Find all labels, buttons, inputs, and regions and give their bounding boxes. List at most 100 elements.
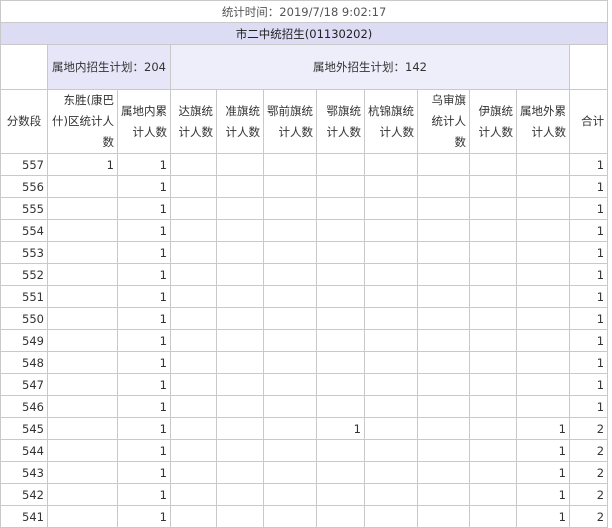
cell-eqian xyxy=(263,395,317,418)
cell-wushen xyxy=(417,263,470,286)
cell-yi xyxy=(469,329,517,352)
cell-dala xyxy=(170,241,217,264)
header-dongsheng: 东胜(康巴什)区统计人数 xyxy=(47,89,118,154)
cell-eqian xyxy=(263,373,317,396)
cell-yi xyxy=(469,307,517,330)
cell-wushen xyxy=(417,285,470,308)
cell-wushen xyxy=(417,461,470,484)
table-row: 556 1 1 xyxy=(0,175,609,198)
cell-yi xyxy=(469,175,517,198)
cell-e xyxy=(316,153,365,176)
cell-dala xyxy=(170,197,217,220)
table-row: 545 1 1 1 2 xyxy=(0,417,609,440)
cell-e xyxy=(316,241,365,264)
cell-dongsheng xyxy=(47,483,118,506)
cell-dongsheng xyxy=(47,417,118,440)
cell-e xyxy=(316,351,365,374)
cell-eqian xyxy=(263,175,317,198)
cell-local-cum: 1 xyxy=(117,395,171,418)
cell-score: 544 xyxy=(0,439,48,462)
school-row: 市二中统招生(01130202) xyxy=(0,22,609,45)
cell-yi xyxy=(469,461,517,484)
table-row: 542 1 1 2 xyxy=(0,483,609,506)
cell-zhun xyxy=(216,263,264,286)
cell-score: 543 xyxy=(0,461,48,484)
cell-hangjin xyxy=(364,241,418,264)
header-row: 分数段 东胜(康巴什)区统计人数 属地内累计人数 达旗统计人数 准旗统计人数 鄂… xyxy=(0,89,609,154)
cell-e xyxy=(316,483,365,506)
cell-score: 549 xyxy=(0,329,48,352)
cell-hangjin xyxy=(364,395,418,418)
cell-e xyxy=(316,439,365,462)
header-eqian: 鄂前旗统计人数 xyxy=(263,89,317,154)
cell-local-cum: 1 xyxy=(117,285,171,308)
cell-local-cum: 1 xyxy=(117,307,171,330)
table-row: 548 1 1 xyxy=(0,351,609,374)
cell-zhun xyxy=(216,351,264,374)
header-total: 合计 xyxy=(568,89,609,154)
cell-hangjin xyxy=(364,461,418,484)
header-zhun: 准旗统计人数 xyxy=(216,89,264,154)
cell-e xyxy=(316,505,365,528)
cell-dongsheng xyxy=(47,351,118,374)
cell-dala xyxy=(170,219,217,242)
cell-dala xyxy=(170,351,217,374)
cell-zhun xyxy=(216,439,264,462)
cell-eqian xyxy=(263,505,317,528)
cell-out-cum: 1 xyxy=(516,417,570,440)
cell-total: 1 xyxy=(568,219,609,242)
cell-dala xyxy=(170,285,217,308)
cell-score: 542 xyxy=(0,483,48,506)
cell-out-cum: 1 xyxy=(516,505,570,528)
cell-dala xyxy=(170,307,217,330)
cell-yi xyxy=(469,505,517,528)
cell-total: 1 xyxy=(568,241,609,264)
cell-hangjin xyxy=(364,417,418,440)
cell-dala xyxy=(170,373,217,396)
cell-zhun xyxy=(216,307,264,330)
header-score: 分数段 xyxy=(0,89,48,154)
header-e: 鄂旗统计人数 xyxy=(316,89,365,154)
cell-dongsheng xyxy=(47,307,118,330)
header-wushen: 乌审旗统计人数 xyxy=(417,89,470,154)
cell-eqian xyxy=(263,439,317,462)
cell-total: 2 xyxy=(568,417,609,440)
cell-out-cum xyxy=(516,395,570,418)
cell-out-cum xyxy=(516,153,570,176)
cell-score: 550 xyxy=(0,307,48,330)
cell-zhun xyxy=(216,417,264,440)
table-row: 550 1 1 xyxy=(0,307,609,330)
cell-eqian xyxy=(263,197,317,220)
cell-out-cum xyxy=(516,285,570,308)
cell-eqian xyxy=(263,307,317,330)
cell-wushen xyxy=(417,351,470,374)
cell-eqian xyxy=(263,417,317,440)
cell-e xyxy=(316,329,365,352)
cell-local-cum: 1 xyxy=(117,483,171,506)
cell-wushen xyxy=(417,417,470,440)
cell-eqian xyxy=(263,263,317,286)
cell-yi xyxy=(469,395,517,418)
cell-dongsheng xyxy=(47,241,118,264)
header-local-cum: 属地内累计人数 xyxy=(117,89,171,154)
cell-total: 2 xyxy=(568,505,609,528)
cell-dongsheng xyxy=(47,461,118,484)
cell-out-cum xyxy=(516,175,570,198)
cell-dala xyxy=(170,461,217,484)
cell-e xyxy=(316,285,365,308)
cell-hangjin xyxy=(364,439,418,462)
cell-yi xyxy=(469,483,517,506)
cell-score: 548 xyxy=(0,351,48,374)
cell-wushen xyxy=(417,175,470,198)
cell-dala xyxy=(170,505,217,528)
cell-hangjin xyxy=(364,175,418,198)
cell-zhun xyxy=(216,175,264,198)
header-yi: 伊旗统计人数 xyxy=(469,89,517,154)
cell-score: 555 xyxy=(0,197,48,220)
cell-total: 1 xyxy=(568,329,609,352)
plan-spacer xyxy=(0,44,48,90)
cell-score: 557 xyxy=(0,153,48,176)
table-row: 543 1 1 2 xyxy=(0,461,609,484)
cell-hangjin xyxy=(364,307,418,330)
cell-wushen xyxy=(417,395,470,418)
